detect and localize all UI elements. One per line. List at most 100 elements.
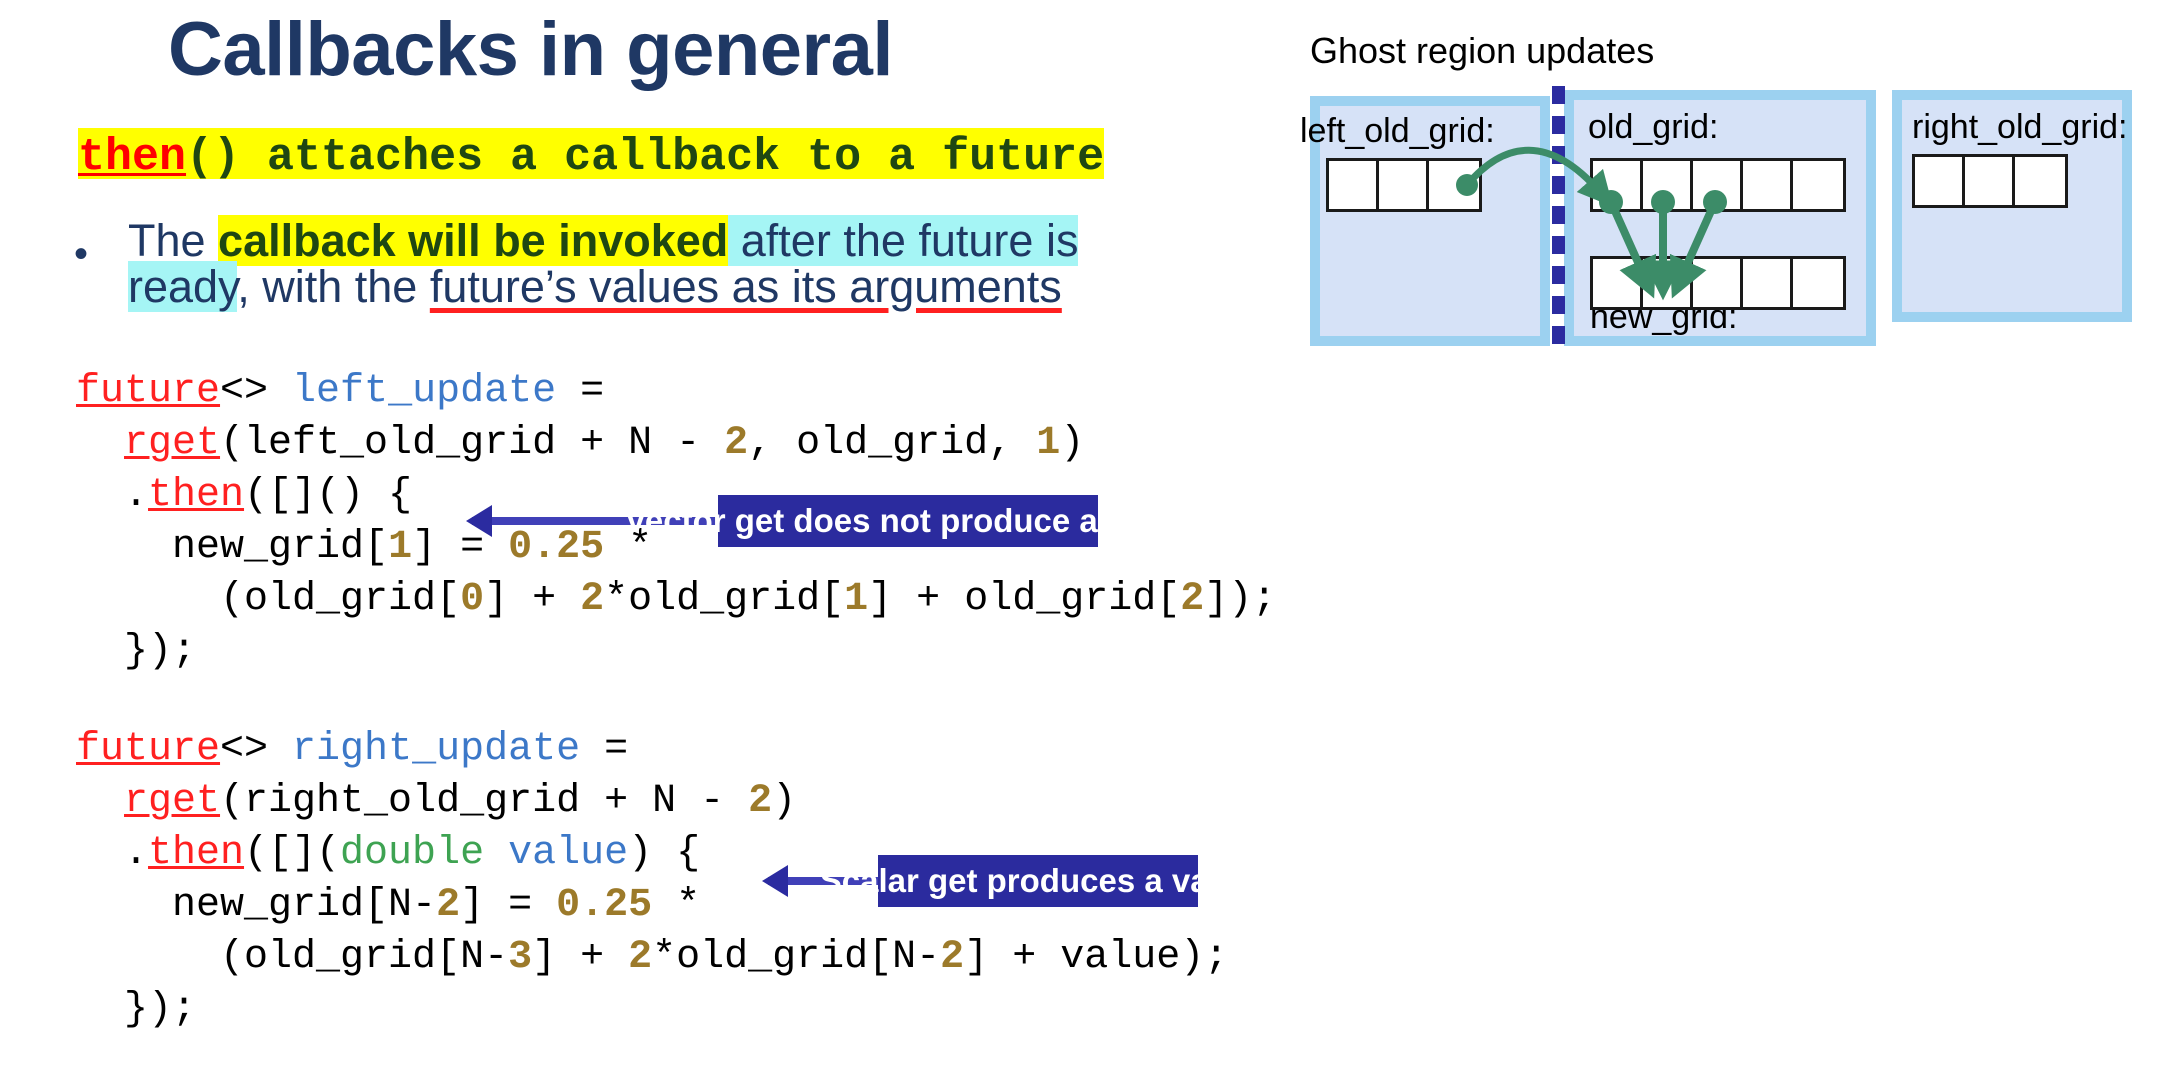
code-token-var: right_update xyxy=(292,727,581,772)
code-token-kw: then xyxy=(148,473,245,518)
label-right-old-grid: right_old_grid: xyxy=(1912,108,2128,146)
code-token-op: new_grid[ xyxy=(76,525,389,570)
code-token-op: ([]( xyxy=(244,831,341,876)
code-token-op: (old_grid[N- xyxy=(76,935,509,980)
code-token-num: 1 xyxy=(1036,421,1061,466)
code-token-op xyxy=(76,421,124,466)
code-token-num: 0.25 xyxy=(508,525,605,570)
new-grid-cell xyxy=(1693,259,1743,307)
ghost-region-diagram: Ghost region updates left_old_grid: old_… xyxy=(1300,30,2162,450)
code-token-op: (left_old_grid + N - xyxy=(220,421,725,466)
new-grid-cell xyxy=(1643,259,1693,307)
cells-right-old-grid xyxy=(1912,154,2068,208)
left-update-line-6: }); xyxy=(76,632,1276,684)
then-keyword: then xyxy=(78,132,187,183)
code-token-num: 2 xyxy=(748,779,773,824)
code-token-num: 1 xyxy=(844,577,869,622)
left-update-line-2: rget(left_old_grid + N - 2, old_grid, 1) xyxy=(76,424,1276,476)
code-token-var: left_update xyxy=(292,369,557,414)
code-token-op: ]); xyxy=(1204,577,1277,622)
bullet-seg-futures-values: future’s values as its arguments xyxy=(429,260,1062,312)
scalar-callout-arrow-icon xyxy=(762,865,788,897)
right-old-grid-cell xyxy=(1915,157,1965,205)
lead-statement: then() attaches a callback to a future xyxy=(78,126,1105,186)
right-update-line-6: }); xyxy=(76,990,1228,1042)
code-token-op: <> xyxy=(220,727,293,772)
old-grid-cell xyxy=(1593,161,1643,209)
code-token-num: 1 xyxy=(388,525,413,570)
label-old-grid: old_grid: xyxy=(1588,108,1719,146)
bullet-item: • The callback will be invoked after the… xyxy=(74,215,1274,312)
code-token-var: value xyxy=(508,831,629,876)
code-token-op: <> xyxy=(220,369,293,414)
code-token-op: (old_grid[ xyxy=(76,577,461,622)
code-token-op: ) { xyxy=(628,831,701,876)
code-token-op: ] + old_grid[ xyxy=(868,577,1181,622)
code-token-num: 2 xyxy=(940,935,965,980)
vector-callout-label: Vector get does not produce a value xyxy=(625,495,1191,547)
code-token-op: , old_grid, xyxy=(748,421,1037,466)
code-token-op: }); xyxy=(76,987,197,1032)
code-token-op: = xyxy=(556,369,605,414)
code-token-num: 2 xyxy=(1180,577,1205,622)
code-token-op xyxy=(484,831,508,876)
old-grid-cell xyxy=(1693,161,1743,209)
new-grid-cell xyxy=(1793,259,1843,307)
left-old-grid-cell xyxy=(1429,161,1479,209)
code-token-num: 0.25 xyxy=(556,883,653,928)
diagram-caption: Ghost region updates xyxy=(1310,30,1655,71)
old-grid-cell xyxy=(1643,161,1693,209)
right-update-line-5: (old_grid[N-3] + 2*old_grid[N-2] + value… xyxy=(76,938,1228,990)
code-token-num: 2 xyxy=(436,883,461,928)
code-token-op: * xyxy=(652,883,701,928)
code-token-op: ) xyxy=(772,779,797,824)
old-grid-cell xyxy=(1793,161,1843,209)
code-token-op: ] = xyxy=(412,525,509,570)
code-token-kw: future xyxy=(76,369,221,414)
right-update-line-1: future<> right_update = xyxy=(76,730,1228,782)
code-token-op: ] = xyxy=(460,883,557,928)
code-token-op: new_grid[N- xyxy=(76,883,437,928)
code-token-kw: then xyxy=(148,831,245,876)
left-update-line-5: (old_grid[0] + 2*old_grid[1] + old_grid[… xyxy=(76,580,1276,632)
label-left-old-grid: left_old_grid: xyxy=(1300,112,1495,150)
code-token-num: 2 xyxy=(580,577,605,622)
code-token-kw: rget xyxy=(124,779,221,824)
scalar-callout-label: Scalar get produces a value xyxy=(820,855,1256,907)
cells-old-grid xyxy=(1590,158,1846,212)
right-old-grid-cell xyxy=(1965,157,2015,205)
cells-left-old-grid xyxy=(1326,158,1482,212)
page-title: Callbacks in general xyxy=(168,7,894,92)
code-token-op: ] + value); xyxy=(964,935,1229,980)
bullet-line-1: The callback will be invoked after the f… xyxy=(128,215,1274,266)
code-token-op: *old_grid[N- xyxy=(652,935,941,980)
left-old-grid-cell xyxy=(1379,161,1429,209)
bullet-seg-callback: callback will be invoked xyxy=(218,215,729,266)
bullet-marker-icon: • xyxy=(74,232,89,276)
old-grid-cell xyxy=(1743,161,1793,209)
code-token-op: *old_grid[ xyxy=(604,577,845,622)
lead-rest-text: () attaches a callback to a future xyxy=(186,132,1105,183)
left-update-line-1: future<> left_update = xyxy=(76,372,1276,424)
vector-callout-arrow-icon xyxy=(466,505,492,537)
code-token-num: 2 xyxy=(628,935,653,980)
code-token-kw: future xyxy=(76,727,221,772)
code-token-op xyxy=(76,779,124,824)
code-token-op: = xyxy=(580,727,629,772)
rank-divider-dashed xyxy=(1552,86,1565,348)
code-token-op: ] + xyxy=(484,577,581,622)
bullet-seg-after: after the future is xyxy=(728,215,1079,266)
code-token-op: . xyxy=(76,473,149,518)
code-token-op: }); xyxy=(76,629,197,674)
bullet-seg-the: The xyxy=(128,215,219,266)
bullet-seg-ready: ready xyxy=(128,260,238,312)
code-token-op: ] + xyxy=(532,935,629,980)
code-token-op: . xyxy=(76,831,149,876)
code-token-type: double xyxy=(340,831,485,876)
cells-new-grid xyxy=(1590,256,1846,310)
bullet-line-2: ready, with the future’s values as its a… xyxy=(128,260,1274,312)
new-grid-cell xyxy=(1743,259,1793,307)
code-token-num: 0 xyxy=(460,577,485,622)
right-old-grid-cell xyxy=(2015,157,2065,205)
code-token-kw: rget xyxy=(124,421,221,466)
